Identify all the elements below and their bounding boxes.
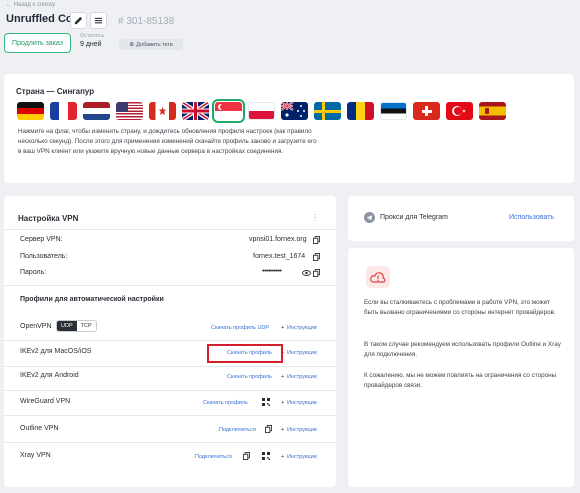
remaining-label: Осталось bbox=[80, 33, 105, 39]
wireguard-label: WireGuard VPN bbox=[20, 398, 71, 405]
add-tags-button[interactable]: ⊕ Добавить теги bbox=[119, 39, 183, 50]
divider bbox=[4, 285, 336, 286]
qr-code-icon[interactable] bbox=[262, 398, 270, 406]
flag-netherlands[interactable] bbox=[83, 102, 110, 120]
page-title: Unruffled Cori bbox=[6, 13, 80, 25]
openvpn-instructions-link[interactable]: Инструкции bbox=[287, 325, 317, 331]
more-options-icon[interactable]: ⋮ bbox=[311, 213, 319, 222]
flag-australia[interactable] bbox=[281, 102, 308, 120]
details-button[interactable] bbox=[90, 12, 107, 29]
divider bbox=[4, 229, 336, 230]
divider bbox=[4, 415, 336, 416]
profiles-title: Профили для автоматической настройки bbox=[20, 296, 164, 303]
plus-separator: + bbox=[281, 454, 285, 460]
ikev2-android-instructions-link[interactable]: Инструкции bbox=[287, 374, 317, 380]
flag-spain[interactable] bbox=[479, 102, 506, 120]
ikev2-android-label: IKEv2 для Android bbox=[20, 372, 79, 379]
flag-estonia[interactable] bbox=[380, 102, 407, 120]
back-link[interactable]: ← Назад к списку bbox=[6, 2, 55, 8]
extend-order-button[interactable]: Продлить заказ bbox=[4, 33, 71, 53]
openvpn-label: OpenVPN bbox=[20, 323, 52, 330]
highlight-box bbox=[207, 344, 283, 363]
flag-usa[interactable] bbox=[116, 102, 143, 120]
warning-text-3: К сожалению, мы не можем повлиять на огр… bbox=[364, 372, 557, 389]
outline-connect-link[interactable]: Подключиться bbox=[219, 427, 256, 433]
qr-code-icon[interactable] bbox=[262, 452, 270, 460]
server-label: Сервер VPN: bbox=[20, 236, 63, 243]
copy-icon[interactable] bbox=[313, 236, 320, 244]
telegram-use-link[interactable]: Использовать bbox=[509, 214, 554, 221]
wireguard-instructions-link[interactable]: Инструкции bbox=[287, 400, 317, 406]
add-tags-label: Добавить теги bbox=[136, 41, 173, 48]
flag-switzerland[interactable] bbox=[413, 102, 440, 120]
plus-separator: + bbox=[281, 400, 285, 406]
ikev2-macos-instructions-link[interactable]: Инструкции bbox=[287, 350, 317, 356]
copy-icon[interactable] bbox=[313, 253, 320, 261]
divider bbox=[4, 340, 336, 341]
server-value: vpnsi01.fornex.org bbox=[249, 236, 307, 243]
country-description: Нажмите на флаг, чтобы изменить страну, … bbox=[18, 128, 317, 155]
divider bbox=[4, 366, 336, 367]
outline-label: Outline VPN bbox=[20, 425, 59, 432]
pencil-icon bbox=[74, 16, 83, 25]
ikev2-android-download-link[interactable]: Скачать профиль bbox=[227, 374, 272, 380]
warning-text-1: Если вы сталкиваетесь с проблемами в раб… bbox=[364, 299, 556, 316]
flag-singapore[interactable] bbox=[212, 99, 245, 123]
xray-label: Xray VPN bbox=[20, 452, 51, 459]
plus-circle-icon: ⊕ bbox=[129, 42, 135, 48]
edit-button[interactable] bbox=[70, 12, 87, 29]
openvpn-download-link[interactable]: Скачать профиль UDP bbox=[211, 325, 269, 331]
flag-canada[interactable] bbox=[149, 102, 176, 120]
protocol-toggle[interactable]: UDP TCP bbox=[56, 320, 97, 332]
xray-connect-link[interactable]: Подключиться bbox=[195, 454, 232, 460]
telegram-icon bbox=[364, 212, 375, 223]
cloud-warning-icon bbox=[366, 266, 390, 288]
user-value: fornex.test_1674 bbox=[253, 253, 306, 260]
tcp-option[interactable]: TCP bbox=[76, 321, 96, 331]
plus-separator: + bbox=[281, 374, 285, 380]
flag-france[interactable] bbox=[50, 102, 77, 120]
udp-option[interactable]: UDP bbox=[57, 321, 77, 331]
order-number: # 301-85138 bbox=[118, 16, 175, 27]
flag-romania[interactable] bbox=[347, 102, 374, 120]
copy-icon[interactable] bbox=[313, 269, 320, 277]
flag-uk[interactable] bbox=[182, 102, 209, 120]
remaining-value: 9 дней bbox=[80, 41, 102, 48]
list-icon bbox=[94, 17, 103, 24]
flag-sweden[interactable] bbox=[314, 102, 341, 120]
divider bbox=[4, 390, 336, 391]
plus-separator: + bbox=[281, 325, 285, 331]
telegram-proxy-label: Прокси для Telegram bbox=[380, 214, 449, 221]
ikev2-macos-label: IKEv2 для MacOS/iOS bbox=[20, 348, 92, 355]
xray-instructions-link[interactable]: Инструкции bbox=[287, 454, 317, 460]
copy-icon[interactable] bbox=[265, 425, 272, 433]
user-label: Пользователь: bbox=[20, 253, 68, 260]
vpn-settings-title: Настройка VPN bbox=[18, 214, 79, 223]
password-value: •••••••••• bbox=[262, 268, 282, 275]
plus-separator: + bbox=[281, 427, 285, 433]
password-label: Пароль: bbox=[20, 269, 47, 276]
divider bbox=[4, 442, 336, 443]
flag-germany[interactable] bbox=[17, 102, 44, 120]
wireguard-download-link[interactable]: Скачать профиль bbox=[203, 400, 248, 406]
copy-icon[interactable] bbox=[243, 452, 250, 460]
flag-poland[interactable] bbox=[248, 102, 275, 120]
eye-icon[interactable] bbox=[302, 270, 311, 276]
outline-instructions-link[interactable]: Инструкции bbox=[287, 427, 317, 433]
flag-list bbox=[17, 99, 506, 123]
warning-text-2: В таком случае рекомендуем использовать … bbox=[364, 341, 561, 358]
country-title: Страна — Сингапур bbox=[16, 87, 95, 96]
flag-turkey[interactable] bbox=[446, 102, 473, 120]
